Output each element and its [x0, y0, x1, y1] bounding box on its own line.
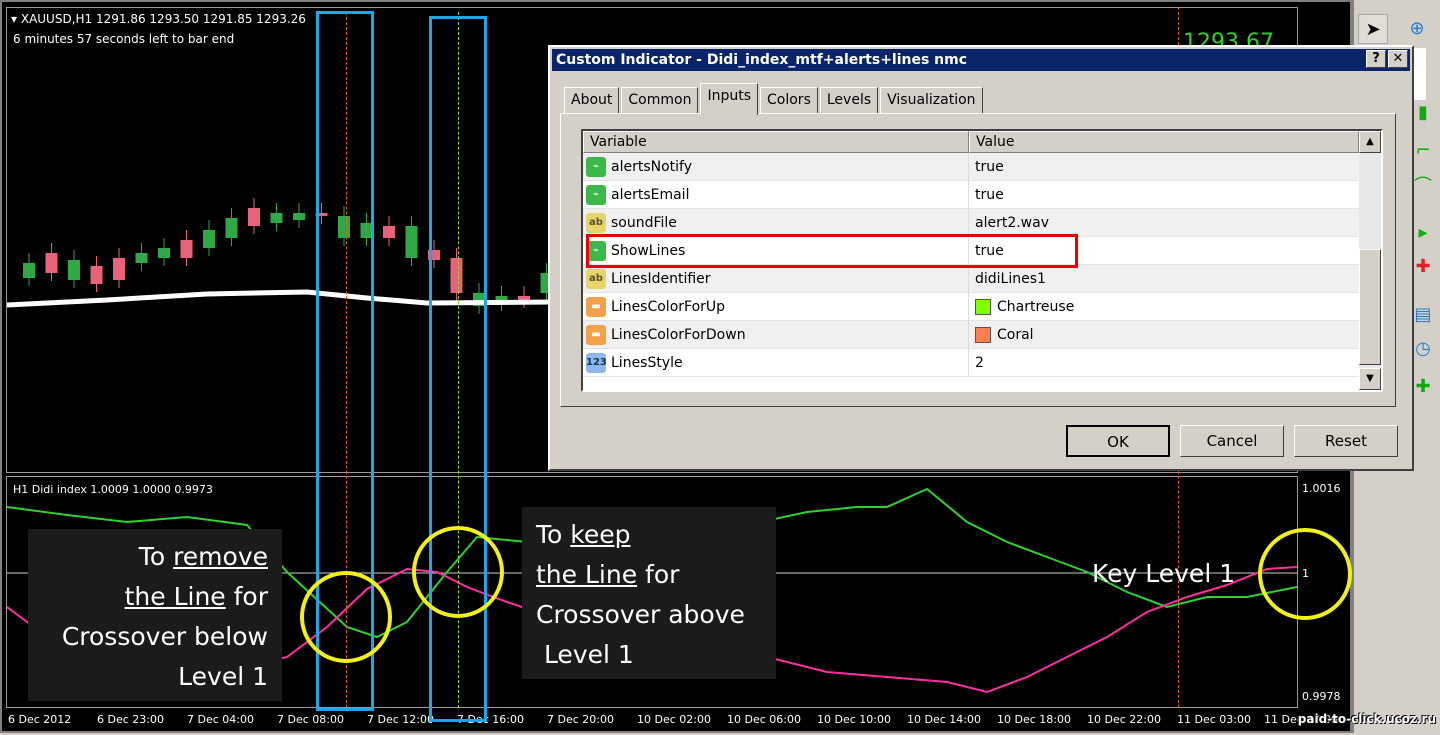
axis-label: 7 Dec 20:00	[547, 713, 614, 726]
bool-type-icon: ⌁	[586, 184, 606, 205]
axis-label: 7 Dec 08:00	[277, 713, 344, 726]
key-level-label: Key Level 1	[1092, 559, 1236, 588]
cancel-button[interactable]: Cancel	[1180, 425, 1284, 457]
ok-button[interactable]: OK	[1066, 425, 1170, 457]
variable-cell: ab LinesIdentifier	[583, 265, 969, 292]
variable-cell: ▬ LinesColorForUp	[583, 293, 969, 320]
input-row-alertsEmail[interactable]: ⌁ alertsEmail true	[583, 181, 1359, 209]
column-value[interactable]: Value	[969, 131, 1359, 153]
note-keep: To keep the Line for Crossover above Lev…	[522, 507, 776, 679]
input-row-LinesIdentifier[interactable]: ab LinesIdentifier didiLines1	[583, 265, 1359, 293]
scroll-up-button[interactable]: ▲	[1359, 131, 1381, 153]
value-cell[interactable]: true	[969, 153, 1359, 180]
symbol-ohlc: XAUUSD,H1 1291.86 1293.50 1291.85 1293.2…	[20, 12, 306, 26]
axis-label: 7 Dec 04:00	[187, 713, 254, 726]
color-type-icon: ▬	[586, 296, 606, 317]
color-swatch	[975, 298, 991, 315]
tab-about[interactable]: About	[564, 87, 620, 113]
indicator-header: H1 Didi index 1.0009 1.0000 0.9973	[13, 483, 213, 496]
input-row-soundFile[interactable]: ab soundFile alert2.wav	[583, 209, 1359, 237]
watermark: paid-to-click.ucoz.ru	[1297, 712, 1436, 726]
value-text: true	[975, 186, 1004, 203]
cursor-icon[interactable]: ➤	[1358, 14, 1388, 44]
variable-name: alertsEmail	[611, 186, 690, 203]
scale-bottom: 0.9978	[1302, 690, 1341, 703]
axis-label: 10 Dec 02:00	[637, 713, 711, 726]
variable-cell: ab soundFile	[583, 209, 969, 236]
tab-levels[interactable]: Levels	[819, 87, 879, 113]
input-row-LinesColorForUp[interactable]: ▬ LinesColorForUp Chartreuse	[583, 293, 1359, 321]
string-type-icon: ab	[586, 268, 606, 289]
value-cell[interactable]: alert2.wav	[969, 209, 1359, 236]
bar-timer: 6 minutes 57 seconds left to bar end	[13, 32, 235, 46]
note-remove: To remove the Line for Crossover below Le…	[28, 529, 282, 701]
variable-name: LinesIdentifier	[611, 270, 711, 287]
int-type-icon: 123	[586, 352, 607, 373]
scroll-thumb[interactable]	[1359, 249, 1381, 365]
value-cell[interactable]: true	[969, 181, 1359, 208]
chart-header: ▾ XAUUSD,H1 1291.86 1293.50 1291.85 1293…	[11, 12, 306, 26]
value-cell[interactable]: Chartreuse	[969, 293, 1359, 320]
close-button[interactable]: ✕	[1388, 50, 1408, 68]
variable-cell: 123 LinesStyle	[583, 349, 969, 376]
tab-visualization[interactable]: Visualization	[880, 87, 983, 113]
zoom-in-icon[interactable]: ⊕	[1402, 14, 1432, 44]
variable-cell: ⌁ alertsNotify	[583, 153, 969, 180]
value-text: Coral	[997, 326, 1034, 343]
axis-label: 10 Dec 22:00	[1087, 713, 1161, 726]
value-text: Chartreuse	[997, 298, 1075, 315]
tab-inputs[interactable]: Inputs	[700, 83, 759, 115]
axis-label: 10 Dec 10:00	[817, 713, 891, 726]
crossover-circle	[300, 571, 392, 663]
value-text: didiLines1	[975, 270, 1046, 287]
tab-colors[interactable]: Colors	[760, 87, 818, 113]
input-row-LinesStyle[interactable]: 123 LinesStyle 2	[583, 349, 1359, 377]
axis-label: 7 Dec 12:00	[367, 713, 434, 726]
axis-label: 10 Dec 14:00	[907, 713, 981, 726]
value-text: alert2.wav	[975, 214, 1049, 231]
variable-name: LinesColorForDown	[611, 326, 746, 343]
axis-label: 10 Dec 06:00	[727, 713, 801, 726]
input-row-alertsNotify[interactable]: ⌁ alertsNotify true	[583, 153, 1359, 181]
time-axis: 6 Dec 2012 6 Dec 23:00 7 Dec 04:00 7 Dec 08…	[2, 708, 1352, 735]
value-cell[interactable]: Coral	[969, 321, 1359, 348]
table-header: Variable Value	[583, 131, 1381, 153]
axis-label: 10 Dec 18:00	[997, 713, 1071, 726]
variable-name: LinesStyle	[611, 354, 683, 371]
variable-cell: ▬ LinesColorForDown	[583, 321, 969, 348]
tab-common[interactable]: Common	[621, 87, 699, 113]
scale-top: 1.0016	[1302, 482, 1341, 495]
reset-button[interactable]: Reset	[1294, 425, 1398, 457]
axis-label: 6 Dec 23:00	[97, 713, 164, 726]
value-text: true	[975, 158, 1004, 175]
column-variable[interactable]: Variable	[583, 131, 969, 153]
variable-cell: ⌁ alertsEmail	[583, 181, 969, 208]
dialog-title: Custom Indicator - Didi_index_mtf+alerts…	[552, 49, 1410, 71]
crossover-circle	[412, 526, 504, 618]
color-swatch	[975, 326, 991, 343]
axis-label: 11 Dec 03:00	[1177, 713, 1251, 726]
value-text: 2	[975, 354, 984, 371]
help-button[interactable]: ?	[1366, 50, 1386, 68]
value-cell[interactable]: 2	[969, 349, 1359, 376]
color-type-icon: ▬	[586, 324, 606, 345]
scrollbar[interactable]: ▲ ▼	[1359, 131, 1381, 390]
axis-label: 6 Dec 2012	[8, 713, 72, 726]
highlight-showlines	[586, 234, 1078, 268]
string-type-icon: ab	[586, 212, 606, 233]
scroll-down-button[interactable]: ▼	[1359, 368, 1381, 390]
tab-bar: About Common Inputs Colors Levels Visualizati…	[564, 83, 985, 115]
variable-name: alertsNotify	[611, 158, 693, 175]
level-circle	[1258, 528, 1352, 620]
value-cell[interactable]: didiLines1	[969, 265, 1359, 292]
variable-name: LinesColorForUp	[611, 298, 726, 315]
variable-name: soundFile	[611, 214, 677, 231]
input-row-LinesColorForDown[interactable]: ▬ LinesColorForDown Coral	[583, 321, 1359, 349]
bool-type-icon: ⌁	[586, 156, 606, 177]
